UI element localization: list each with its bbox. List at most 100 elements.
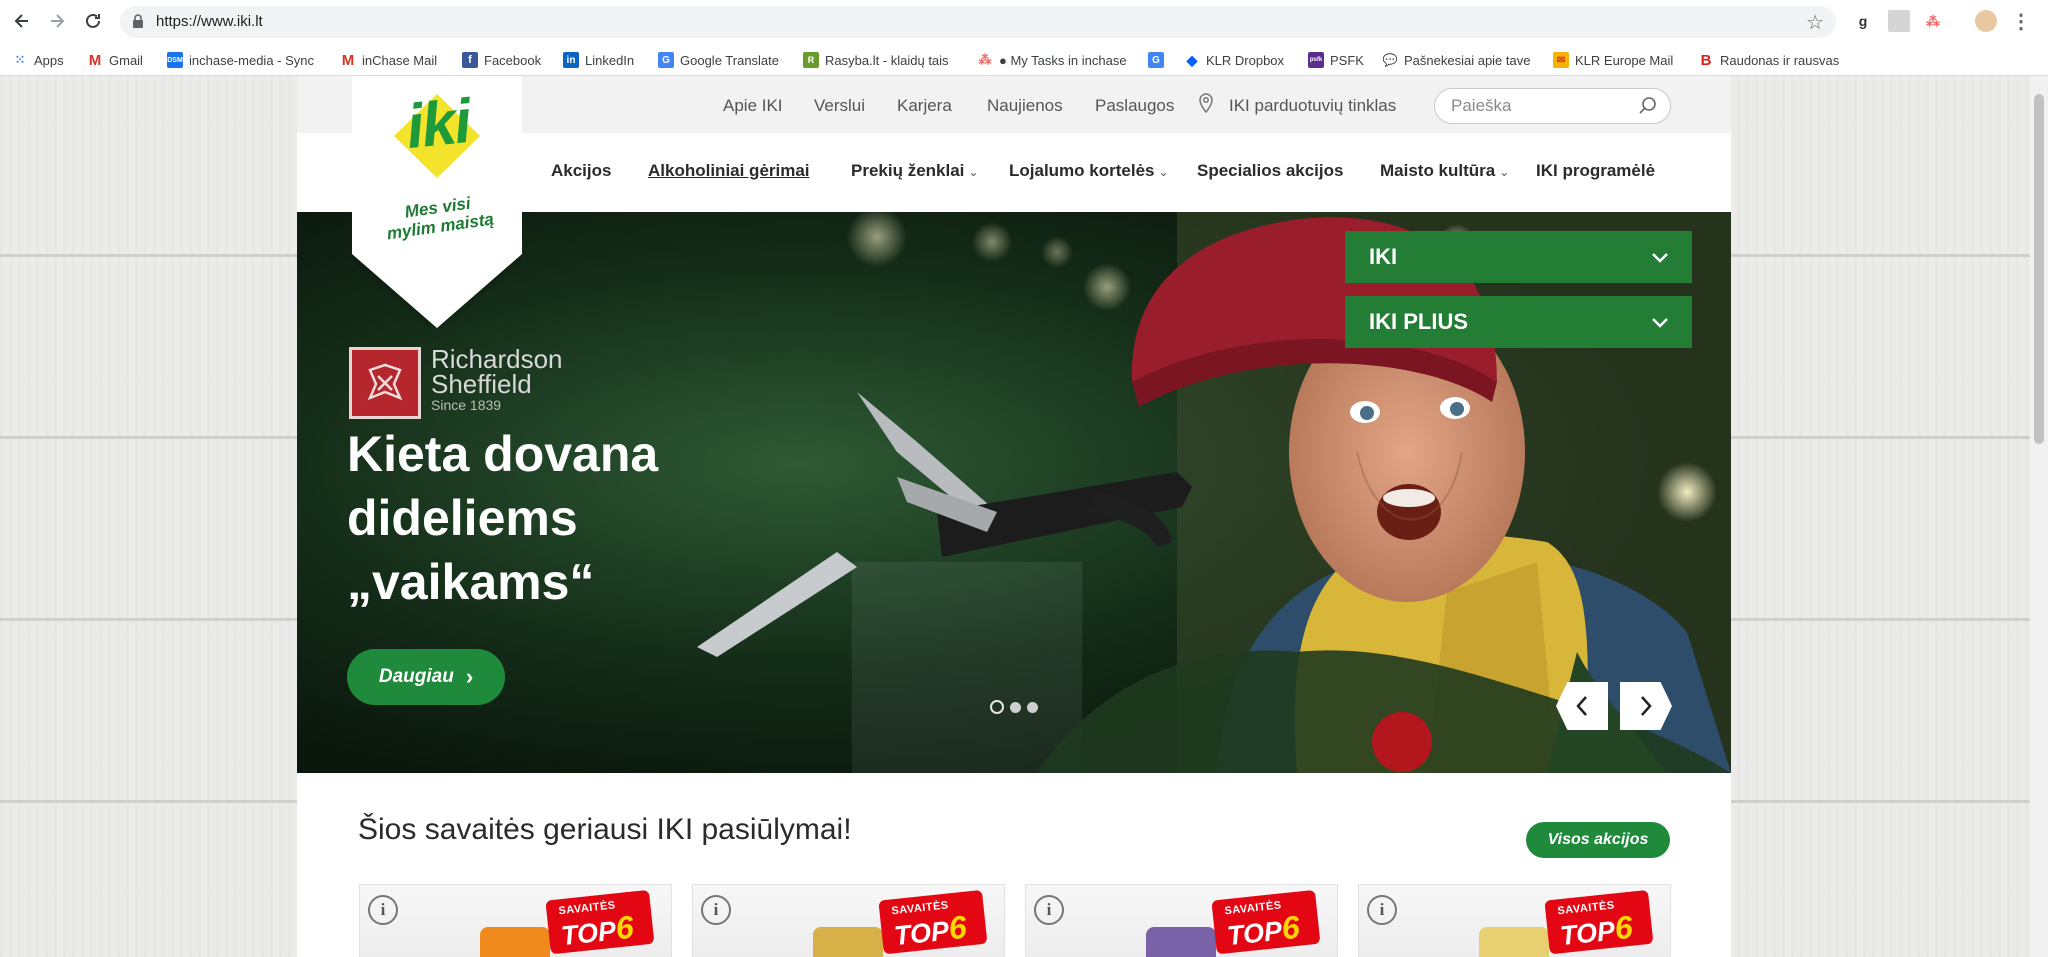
address-bar[interactable]: https://www.iki.lt ☆ (120, 6, 1836, 38)
chevron-right-icon: › (465, 664, 474, 689)
savaites-top6-badge: SAVAITĖS TOP6 (1211, 889, 1322, 957)
carousel-dot-2[interactable] (1010, 702, 1021, 713)
bookmark-inchase-mail[interactable]: MinChase Mail (340, 51, 437, 69)
store-dropdown-iki[interactable]: IKI (1345, 231, 1692, 283)
iki-logo-word: iki (403, 86, 473, 163)
bookmark-facebook[interactable]: f Facebook (462, 51, 541, 69)
top-link-store-network[interactable]: IKI parduotuvių tinklas (1229, 96, 1396, 116)
nav-specialios-akcijos[interactable]: Specialios akcijos (1197, 161, 1343, 181)
offer-product-image (1146, 927, 1216, 957)
search-icon[interactable] (1638, 96, 1658, 121)
apps-grid-icon: ⁙ (14, 52, 26, 67)
rasyba-icon: R (803, 52, 819, 68)
bookmarks-bar: ⁙ Apps M Gmail DSM inchase-media - Sync Min… (0, 44, 2048, 76)
offer-card-3[interactable]: i SAVAITĖS TOP6 (1025, 884, 1338, 957)
offer-card-1[interactable]: i SAVAITĖS TOP6 (359, 884, 672, 957)
info-icon[interactable]: i (701, 895, 731, 925)
chevron-left-icon (1576, 696, 1587, 716)
profile-avatar-icon[interactable] (1975, 10, 1997, 32)
psfk-icon: psfk (1308, 52, 1324, 68)
nav-lojalumo-korteles[interactable]: Lojalumo kortelės ⌄ (1009, 161, 1169, 181)
bookmark-klr-europe-mail[interactable]: ✉ KLR Europe Mail (1553, 51, 1673, 69)
offer-product-image (1479, 927, 1549, 957)
dropbox-icon: ◆ (1186, 51, 1198, 68)
b-icon: B (1700, 51, 1712, 69)
top-link-karjera[interactable]: Karjera (897, 96, 952, 116)
info-icon[interactable]: i (1034, 895, 1064, 925)
weekly-offers-title: Šios savaitės geriausi IKI pasiūlymai! (358, 813, 852, 846)
info-icon[interactable]: i (1367, 895, 1397, 925)
chevron-down-icon: ⌄ (1158, 165, 1169, 179)
top-link-naujienos[interactable]: Naujienos (987, 96, 1063, 116)
facebook-icon: f (462, 52, 478, 68)
chevron-right-icon (1641, 696, 1652, 716)
info-icon[interactable]: i (368, 895, 398, 925)
translate-icon: G (658, 52, 674, 68)
menu-kebab-icon[interactable]: ⋮ (2010, 10, 2032, 33)
asana-icon: ⁂ (978, 52, 992, 67)
url-text: https://www.iki.lt (156, 13, 263, 30)
bookmark-raudonas[interactable]: B Raudonas ir rausvas (1698, 51, 1850, 69)
nav-iki-programele[interactable]: IKI programėlė (1536, 161, 1655, 181)
page-scrollbar[interactable] (2030, 76, 2048, 957)
richardson-sheffield-badge-icon (349, 347, 421, 419)
carousel-dot-1[interactable] (990, 700, 1004, 714)
iki-site: Apie IKI Verslui Karjera Naujienos Pasla… (297, 76, 1731, 957)
search-input[interactable] (1451, 96, 1631, 116)
bookmark-psfk[interactable]: psfk PSFK (1308, 51, 1364, 69)
iki-logo[interactable]: iki Mes visi mylim maistą (352, 76, 522, 328)
chevron-down-icon (1650, 247, 1670, 273)
savaites-top6-badge: SAVAITĖS TOP6 (545, 889, 656, 957)
bookmark-google-translate[interactable]: G Google Translate (658, 51, 779, 69)
offer-product-image (813, 927, 883, 957)
top-link-apie-iki[interactable]: Apie IKI (723, 96, 783, 116)
chevron-down-icon: ⌄ (968, 165, 979, 179)
forward-icon[interactable] (44, 8, 70, 34)
nav-maisto-kultura[interactable]: Maisto kultūra ⌄ (1380, 161, 1509, 181)
carousel-dots (990, 700, 1038, 714)
bookmark-apps[interactable]: ⁙ Apps (12, 51, 64, 69)
bookmark-pasnekesiai[interactable]: 💬 Pašnekesiai apie tave (1382, 51, 1534, 69)
scrollbar-thumb[interactable] (2034, 94, 2044, 444)
bookmark-gmail[interactable]: M Gmail (87, 51, 143, 69)
carousel-dot-3[interactable] (1027, 702, 1038, 713)
linkedin-icon: in (563, 52, 579, 68)
nav-alkoholiniai-gerimai[interactable]: Alkoholiniai gėrimai (648, 161, 810, 181)
store-dropdown-iki-plius[interactable]: IKI PLIUS (1345, 296, 1692, 348)
top-link-paslaugos[interactable]: Paslaugos (1095, 96, 1174, 116)
offer-card-2[interactable]: i SAVAITĖS TOP6 (692, 884, 1005, 957)
bookmark-my-tasks[interactable]: ⁂ ● My Tasks in inchase (977, 51, 1127, 69)
pdf-extension-icon[interactable] (1888, 10, 1910, 32)
asana-extension-icon[interactable]: ⁂ (1922, 10, 1944, 32)
offer-card-4[interactable]: i SAVAITĖS TOP6 (1358, 884, 1671, 957)
browser-toolbar: https://www.iki.lt ☆ g ⁂ ⋮ (0, 0, 2048, 44)
bookmark-rasyba[interactable]: R Rasyba.lt - klaidų tais (803, 51, 958, 69)
gmail-icon: M (88, 51, 102, 69)
savaites-top6-badge: SAVAITĖS TOP6 (1544, 889, 1655, 957)
bookmark-linkedin[interactable]: in LinkedIn (563, 51, 634, 69)
top-link-verslui[interactable]: Verslui (814, 96, 865, 116)
all-offers-button[interactable]: Visos akcijos (1526, 822, 1670, 858)
savaites-top6-badge: SAVAITĖS TOP6 (878, 889, 989, 957)
grammarly-icon[interactable]: g (1852, 10, 1874, 32)
hero-headline: Kieta dovana dideliems „vaikams“ (347, 426, 659, 610)
location-pin-icon (1199, 93, 1213, 118)
dsm-icon: DSM (167, 52, 183, 68)
chevron-down-icon: ⌄ (1499, 165, 1510, 179)
bookmark-inchase-media[interactable]: DSM inchase-media - Sync (167, 51, 317, 69)
lock-icon (132, 14, 144, 34)
nav-prekiu-zenklai[interactable]: Prekių ženklai ⌄ (851, 161, 978, 181)
bookmark-klr-dropbox[interactable]: ◆ KLR Dropbox (1184, 51, 1284, 69)
offer-product-image (480, 927, 550, 957)
site-search (1434, 88, 1671, 124)
back-icon[interactable] (9, 8, 35, 34)
nav-akcijos[interactable]: Akcijos (551, 161, 611, 181)
bookmark-translate-2[interactable]: G (1148, 51, 1170, 69)
reload-icon[interactable] (80, 8, 106, 34)
bookmark-star-icon[interactable]: ☆ (1806, 10, 1824, 35)
mail-icon: ✉ (1553, 52, 1569, 68)
gmail-icon: M (341, 51, 355, 69)
hero-daugiau-button[interactable]: Daugiau › (347, 649, 505, 705)
chat-icon: 💬 (1382, 53, 1398, 67)
translate-icon: G (1148, 52, 1164, 68)
